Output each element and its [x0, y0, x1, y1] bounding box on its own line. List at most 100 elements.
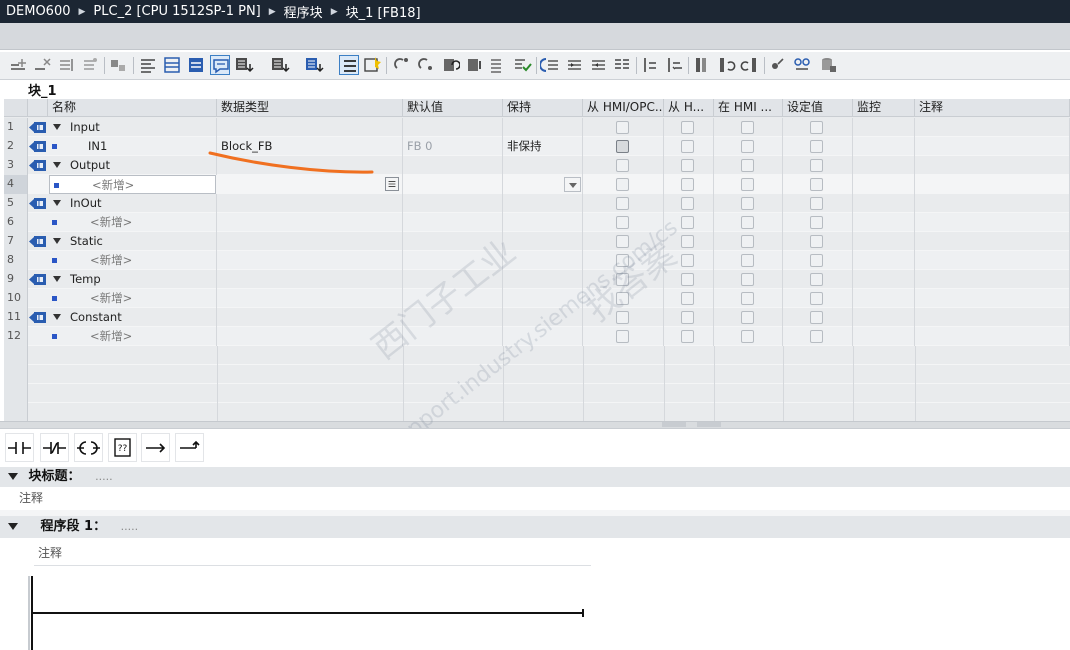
checkbox[interactable]: [741, 273, 754, 286]
expand-icon[interactable]: [80, 55, 100, 75]
checkbox[interactable]: [741, 292, 754, 305]
checkbox[interactable]: [681, 178, 694, 191]
checkbox[interactable]: [741, 197, 754, 210]
block-comment[interactable]: 注释: [19, 489, 43, 506]
collapse-icon[interactable]: [53, 276, 61, 282]
breadcrumb-item-project[interactable]: DEMO600: [6, 4, 71, 19]
checkbox[interactable]: [810, 216, 823, 229]
column-header-in-hmi[interactable]: 在 HMI ...: [714, 99, 783, 117]
bookmark-next-icon[interactable]: [740, 55, 760, 75]
table-row[interactable]: 10 <新增>: [4, 289, 1070, 308]
default-value-cell[interactable]: FB 0: [403, 137, 503, 156]
name-cell[interactable]: Input: [48, 118, 217, 137]
open-branch-icon[interactable]: [141, 433, 170, 462]
checkbox[interactable]: [741, 330, 754, 343]
checkbox[interactable]: [741, 254, 754, 267]
empty-box-icon[interactable]: ??: [108, 433, 137, 462]
table-row[interactable]: 7 Static: [4, 232, 1070, 251]
download-icon[interactable]: [234, 55, 254, 75]
breadcrumb-item-block[interactable]: 块_1 [FB18]: [346, 2, 421, 21]
outdent-icon[interactable]: [416, 55, 436, 75]
name-cell[interactable]: <新增>: [48, 289, 217, 308]
checkbox[interactable]: [681, 273, 694, 286]
checkbox[interactable]: [681, 140, 694, 153]
insert-column-icon[interactable]: [56, 55, 76, 75]
next-icon[interactable]: [539, 55, 560, 75]
table-row[interactable]: 8 <新增>: [4, 251, 1070, 270]
checkbox[interactable]: [810, 159, 823, 172]
checkbox[interactable]: [681, 197, 694, 210]
collapse-icon[interactable]: [53, 314, 61, 320]
checkbox[interactable]: [741, 311, 754, 324]
checkbox[interactable]: [810, 178, 823, 191]
comment-toggle-icon[interactable]: [210, 55, 230, 75]
link-icon[interactable]: [108, 55, 128, 75]
name-cell[interactable]: <新增>: [48, 213, 217, 232]
checkbox[interactable]: [616, 159, 629, 172]
checkbox[interactable]: [616, 121, 629, 134]
previous-icon[interactable]: [512, 55, 532, 75]
checkbox[interactable]: [681, 121, 694, 134]
data-type-cell[interactable]: [217, 289, 403, 308]
table-row[interactable]: 9 Temp: [4, 270, 1070, 289]
column-header-retain[interactable]: 保持: [503, 99, 583, 117]
network-header[interactable]: 程序段 1： .....: [0, 516, 1070, 538]
column-header-hmi-opc[interactable]: 从 HMI/OPC..: [583, 99, 664, 117]
checkbox[interactable]: [616, 178, 629, 191]
network-comment[interactable]: 注释: [38, 544, 62, 561]
bookmark-icon[interactable]: [488, 55, 508, 75]
name-cell[interactable]: InOut: [48, 194, 217, 213]
table-row[interactable]: 1 Input: [4, 118, 1070, 137]
table-row[interactable]: 2 IN1 Block_FB FB 0 非保持: [4, 137, 1070, 156]
checkbox[interactable]: [616, 197, 629, 210]
checkbox[interactable]: [616, 216, 629, 229]
block-title-value[interactable]: .....: [95, 470, 112, 483]
collapse-icon[interactable]: [53, 162, 61, 168]
column-header-data-type[interactable]: 数据类型: [217, 99, 403, 117]
checkbox[interactable]: [741, 140, 754, 153]
retain-cell[interactable]: [503, 213, 583, 232]
data-type-cell[interactable]: [217, 270, 403, 289]
default-value-cell[interactable]: [403, 118, 503, 137]
column-header-monitor[interactable]: 监控: [853, 99, 915, 117]
indent-icon[interactable]: [392, 55, 412, 75]
call-icon[interactable]: [564, 55, 584, 75]
name-cell[interactable]: Temp: [48, 270, 217, 289]
data-type-cell[interactable]: [217, 232, 403, 251]
name-cell[interactable]: Constant: [48, 308, 217, 327]
insert-row-icon[interactable]: [8, 55, 28, 75]
table-row[interactable]: 4 <新增>: [4, 175, 1070, 194]
chevron-up-icon[interactable]: [662, 422, 686, 427]
wildcard-icon[interactable]: [440, 55, 461, 75]
checkbox[interactable]: [810, 121, 823, 134]
retain-cell[interactable]: [503, 156, 583, 175]
table-row[interactable]: 5 InOut: [4, 194, 1070, 213]
checkbox[interactable]: [741, 159, 754, 172]
no-contact-icon[interactable]: [5, 433, 34, 462]
sort-icon[interactable]: [464, 55, 484, 75]
checkbox[interactable]: [810, 330, 823, 343]
delete-row-icon[interactable]: [32, 55, 52, 75]
breadcrumb-item-plc[interactable]: PLC_2 [CPU 1512SP-1 PN]: [93, 4, 260, 19]
collapse-icon[interactable]: [53, 238, 61, 244]
monitor-all-icon[interactable]: [792, 55, 812, 75]
retain-cell[interactable]: [503, 118, 583, 137]
collapse-icon[interactable]: [53, 124, 61, 130]
checkbox[interactable]: [681, 216, 694, 229]
checkbox[interactable]: [681, 330, 694, 343]
collapse-icon[interactable]: [53, 200, 61, 206]
checkbox[interactable]: [681, 311, 694, 324]
swap-icon[interactable]: [664, 55, 684, 75]
table-row[interactable]: 3 Output: [4, 156, 1070, 175]
default-value-cell[interactable]: [403, 175, 503, 194]
retain-cell[interactable]: [503, 194, 583, 213]
checkbox[interactable]: [616, 140, 629, 153]
checkbox[interactable]: [810, 235, 823, 248]
name-cell[interactable]: Output: [48, 156, 217, 175]
block-title-header[interactable]: 块标题： .....: [0, 467, 1070, 487]
snapshot-icon[interactable]: [612, 55, 632, 75]
breadcrumb-item-program-blocks[interactable]: 程序块: [284, 2, 323, 21]
checkbox[interactable]: [741, 178, 754, 191]
name-cell[interactable]: Static: [48, 232, 217, 251]
retain-cell[interactable]: [503, 270, 583, 289]
